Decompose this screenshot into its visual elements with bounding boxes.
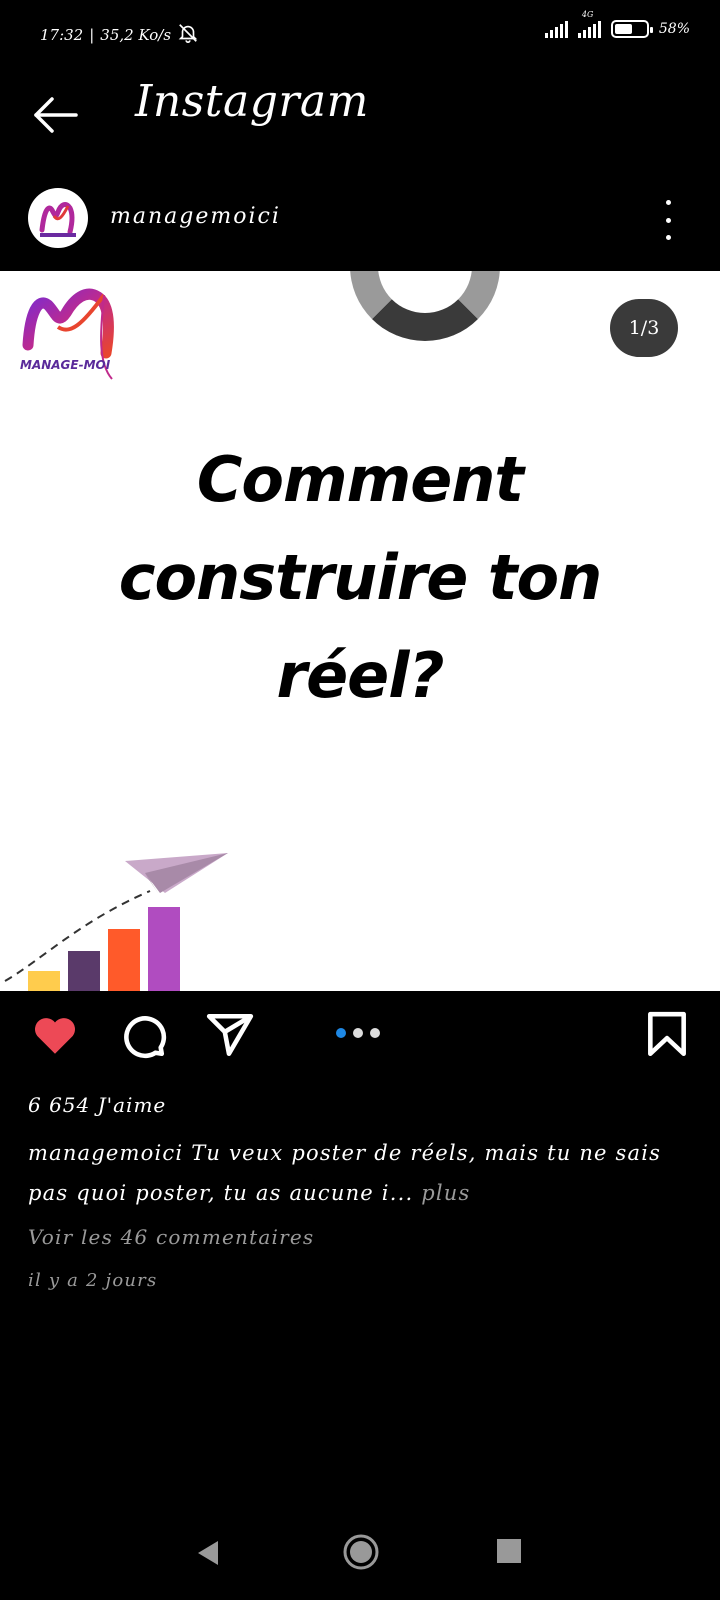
carousel-dot [370, 1028, 380, 1038]
nav-home-button[interactable] [341, 1532, 381, 1576]
status-right: 4G 58% [544, 10, 690, 38]
page-counter: 1/3 [610, 299, 678, 357]
app-title: Instagram [135, 76, 369, 127]
more-vertical-icon [665, 200, 671, 205]
send-icon [206, 1013, 254, 1057]
post-headline: Comment construire ton réel? [60, 431, 660, 725]
like-button[interactable] [30, 1010, 80, 1064]
signal-4g-icon: 4G [577, 10, 601, 38]
heart-icon [34, 1018, 76, 1054]
arrow-left-icon [34, 97, 78, 133]
status-time: 17:32 [40, 26, 84, 44]
post-actions [0, 1000, 720, 1080]
carousel-dot-active [336, 1028, 346, 1038]
brand-logo-mini [39, 202, 76, 237]
growth-graphic [0, 801, 260, 991]
caption-username[interactable]: managemoici [28, 1141, 183, 1165]
nav-recents-button[interactable] [496, 1538, 522, 1568]
battery-icon [610, 20, 653, 38]
app-header: Instagram [0, 70, 720, 170]
more-dot [665, 217, 671, 223]
comment-icon [124, 1016, 167, 1059]
square-recents-icon [497, 1539, 521, 1563]
signal-icon [544, 20, 568, 38]
network-type-label: 4G [581, 10, 594, 19]
bookmark-icon [648, 1011, 686, 1057]
system-nav-bar [0, 1510, 720, 1600]
circle-home-icon [343, 1534, 379, 1570]
battery-level: 58% [658, 21, 690, 37]
post-caption: managemoici Tu veux poster de réels, mai… [28, 1133, 688, 1213]
post-image[interactable]: MANAGE-MOI 1/3 Comment construire ton ré… [0, 271, 720, 991]
back-button[interactable] [30, 90, 80, 140]
bell-off-icon [177, 22, 199, 48]
post-timestamp: il y a 2 jours [28, 1270, 158, 1291]
status-network-speed: 35,2 Ko/s [100, 26, 172, 44]
more-options-button[interactable] [658, 200, 678, 240]
save-button[interactable] [642, 1010, 692, 1064]
carousel-indicator [336, 1028, 380, 1038]
status-left: 17:32 | 35,2 Ko/s [40, 22, 199, 48]
headline-line-3: réel? [276, 639, 445, 712]
status-bar: 17:32 | 35,2 Ko/s 4G 58% [0, 0, 720, 70]
view-comments-link[interactable]: Voir les 46 commentaires [28, 1225, 314, 1249]
likes-count[interactable]: 6 654 J'aime [28, 1093, 166, 1117]
post-header: managemoici [0, 180, 720, 270]
carousel-dot [353, 1028, 363, 1038]
post-username[interactable]: managemoici [110, 204, 281, 229]
avatar[interactable] [28, 188, 88, 248]
share-button[interactable] [205, 1010, 255, 1064]
headline-line-1: Comment [196, 443, 524, 516]
triangle-back-icon [198, 1541, 218, 1565]
nav-back-button[interactable] [194, 1538, 224, 1572]
battery-fill [614, 24, 632, 34]
more-dot [665, 235, 671, 240]
headline-line-2: construire ton [118, 541, 603, 614]
brand-logo: MANAGE-MOI [18, 283, 128, 383]
brand-logo-text: MANAGE-MOI [20, 358, 111, 372]
caption-more-link[interactable]: plus [421, 1181, 470, 1205]
decorative-ring [350, 271, 500, 341]
status-separator: | [89, 26, 95, 44]
comment-button[interactable] [118, 1010, 168, 1064]
